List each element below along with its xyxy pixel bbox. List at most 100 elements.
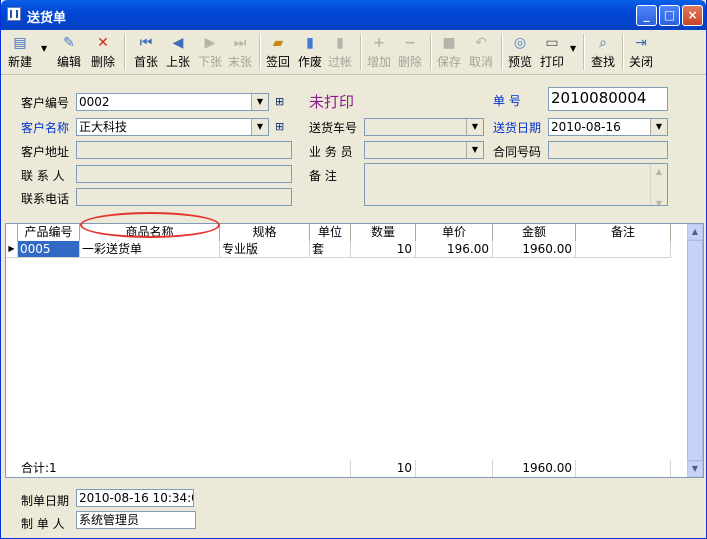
lookup-customer-code-icon[interactable]: ⊞ [275,95,291,109]
grid-scrollbar[interactable]: ▲ ▼ [687,224,703,477]
new-button[interactable]: ▤ 新建 [5,32,35,72]
customer-code-combo[interactable]: 0002 ▼ [76,93,269,111]
phone-field[interactable] [76,188,292,206]
created-date-field[interactable]: 2010-08-16 10:34:01 [76,489,194,507]
delivery-date-picker[interactable]: 2010-08-16 ▼ [548,118,668,136]
toolbar-separator [583,34,585,70]
book-icon: ▮ [336,35,344,51]
address-field[interactable] [76,141,292,159]
phone-label: 联系电话 [21,192,70,206]
col-remark[interactable]: 备注 [576,224,671,241]
add-row-button[interactable]: + 增加 [364,32,394,72]
last-button[interactable]: ⏭ 末张 [225,32,255,72]
cell-unit[interactable]: 套 [310,241,351,258]
chevron-down-icon[interactable]: ▼ [466,119,483,135]
cell-spec[interactable]: 专业版 [220,241,310,258]
folder-icon: ▰ [272,35,284,51]
printer-icon: ▭ [545,35,559,51]
save-button[interactable]: ■ 保存 [434,32,464,72]
footer-remark-blank [576,460,671,477]
toolbar-separator [360,34,362,70]
print-dropdown-icon[interactable]: ▼ [570,44,576,53]
col-qty[interactable]: 数量 [351,224,416,241]
customer-name-combo[interactable]: 正大科技 ▼ [76,118,269,136]
cell-product-code[interactable]: 0005 [18,241,80,258]
cell-amount[interactable]: 1960.00 [493,241,576,258]
car-no-label: 送货车号 [309,121,358,135]
app-icon [7,7,21,21]
edit-icon: ✎ [63,35,75,51]
chevron-down-icon[interactable]: ▼ [251,119,268,135]
items-grid[interactable]: 产品编号 商品名称 规格 单位 数量 单价 金额 备注 ▶ 0005 一彩送货单… [5,223,704,478]
cell-price[interactable]: 196.00 [416,241,493,258]
footer-amount-total: 1960.00 [493,460,576,477]
undo-icon: ↶ [475,35,487,51]
close-window-button[interactable]: × [682,5,703,26]
maker-field[interactable]: 系统管理员 [76,511,196,529]
delete-button[interactable]: ✕ 删除 [88,32,118,72]
print-button[interactable]: ▭ 打印 [537,32,567,72]
maker-label: 制 单 人 [21,517,65,531]
prev-button[interactable]: ◀ 上张 [163,32,193,72]
created-date-label: 制单日期 [21,494,70,508]
car-no-combo[interactable]: ▼ [364,118,484,136]
toolbar: ▤ 新建 ▼ ✎ 编辑 ✕ 删除 ⏮ 首张 ◀ 上张 ▶ 下张 ⏭ 末张 ▰ 签… [1,30,706,75]
next-button[interactable]: ▶ 下张 [195,32,225,72]
minus-icon: − [404,35,416,51]
scroll-thumb[interactable] [687,240,703,461]
search-icon: ⌕ [599,35,607,51]
remove-row-button[interactable]: − 删除 [395,32,425,72]
contact-field[interactable] [76,165,292,183]
new-dropdown-icon[interactable]: ▼ [41,44,47,53]
void-button[interactable]: ▮ 作废 [295,32,325,72]
contact-label: 联 系 人 [21,169,65,183]
window-title: 送货单 [27,11,67,26]
annotation-circle [80,212,220,238]
delivery-note-window: 送货单 _ □ × ▤ 新建 ▼ ✎ 编辑 ✕ 删除 ⏮ 首张 ◀ 上张 ▶ 下… [0,0,707,539]
customer-code-label: 客户编号 [21,96,70,110]
toolbar-separator [430,34,432,70]
col-unit[interactable]: 单位 [310,224,351,241]
post-button[interactable]: ▮ 过帐 [325,32,355,72]
title-bar: 送货单 _ □ × [1,0,706,30]
cell-remark[interactable] [576,241,671,258]
contract-no-label: 合同号码 [493,145,542,159]
edit-button[interactable]: ✎ 编辑 [54,32,84,72]
minimize-button[interactable]: _ [636,5,657,26]
address-label: 客户地址 [21,145,70,159]
chevron-down-icon[interactable]: ▼ [466,142,483,158]
find-button[interactable]: ⌕ 查找 [588,32,618,72]
remark-scrollbar[interactable]: ▲ ▼ [650,164,667,205]
first-button[interactable]: ⏮ 首张 [131,32,161,72]
scroll-down-icon[interactable]: ▼ [687,461,703,477]
footer-qty-total: 10 [351,460,416,477]
new-doc-icon: ▤ [13,35,27,51]
last-icon: ⏭ [233,35,247,51]
salesman-combo[interactable]: ▼ [364,141,484,159]
chevron-down-icon[interactable]: ▼ [251,94,268,110]
cancel-button[interactable]: ↶ 取消 [466,32,496,72]
order-no-field[interactable]: 2010080004 [548,87,668,111]
col-spec[interactable]: 规格 [220,224,310,241]
preview-icon: ◎ [513,35,527,51]
customer-name-label: 客户名称 [21,121,70,135]
close-button[interactable]: ⇥ 关闭 [626,32,656,72]
scroll-up-icon[interactable]: ▲ [687,224,703,240]
contract-no-field[interactable] [548,141,668,159]
chevron-down-icon[interactable]: ▼ [650,119,667,135]
toolbar-separator [622,34,624,70]
col-product-code[interactable]: 产品编号 [18,224,80,241]
col-price[interactable]: 单价 [416,224,493,241]
lookup-customer-name-icon[interactable]: ⊞ [275,120,291,134]
toolbar-separator [259,34,261,70]
remark-textarea[interactable]: ▲ ▼ [364,163,668,206]
cell-product-name[interactable]: 一彩送货单 [80,241,220,258]
current-row-icon: ▶ [6,241,18,258]
trash-icon: ▮ [306,35,314,51]
sign-back-button[interactable]: ▰ 签回 [263,32,293,72]
preview-button[interactable]: ◎ 预览 [505,32,535,72]
cell-qty[interactable]: 10 [351,241,416,258]
col-amount[interactable]: 金额 [493,224,576,241]
order-no-label: 单 号 [493,94,521,108]
maximize-button[interactable]: □ [659,5,680,26]
